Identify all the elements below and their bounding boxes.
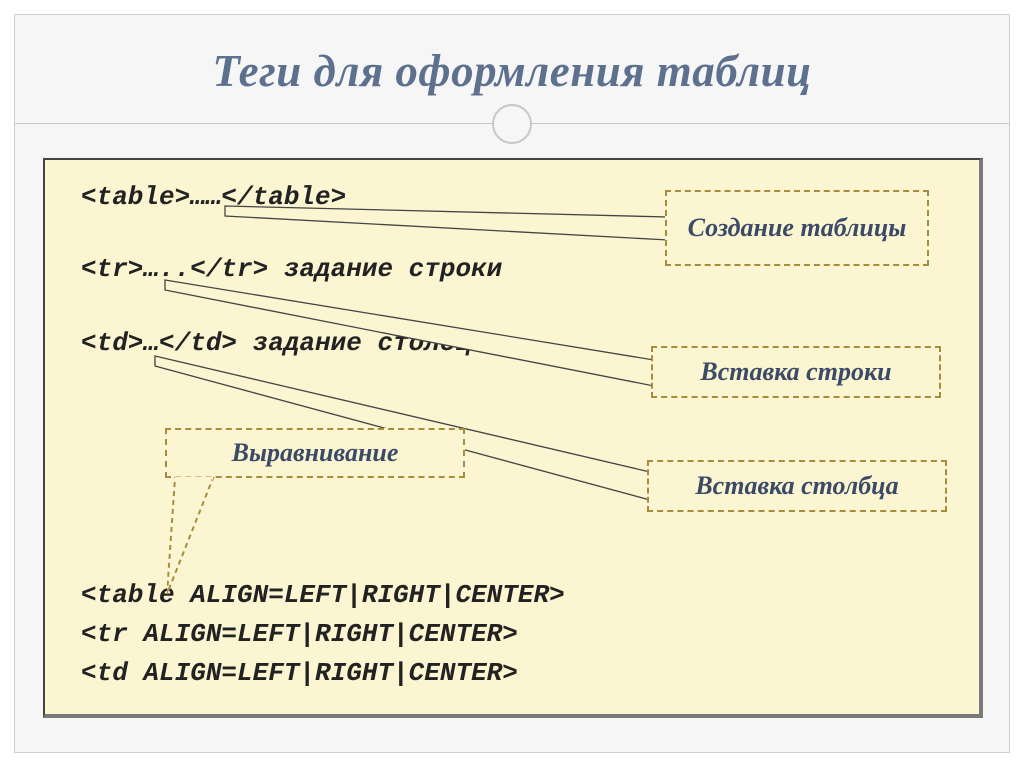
callout-insert-column: Вставка столбца — [647, 460, 947, 512]
slide-title: Теги для оформления таблиц — [15, 45, 1009, 97]
code-align-td: <td ALIGN=LEFT|RIGHT|CENTER> — [81, 658, 518, 688]
callout-alignment-tail-icon — [167, 476, 237, 596]
callout-insert-row: Вставка строки — [651, 346, 941, 398]
title-divider — [15, 123, 1009, 124]
code-tr-tag: <tr>…..</tr> задание строки — [81, 254, 502, 284]
divider-circle-icon — [492, 104, 532, 144]
content-panel: <table>……</table> <tr>…..</tr> задание с… — [43, 158, 983, 718]
callout-create-table: Создание таблицы — [665, 190, 929, 266]
code-table-tag: <table>……</table> — [81, 182, 346, 212]
code-align-tr: <tr ALIGN=LEFT|RIGHT|CENTER> — [81, 619, 518, 649]
callout-alignment: Выравнивание — [165, 428, 465, 478]
code-align-table: <table ALIGN=LEFT|RIGHT|CENTER> — [81, 580, 565, 610]
code-td-tag: <td>…</td> задание столбца — [81, 328, 487, 358]
slide-frame: Теги для оформления таблиц <table>……</ta… — [14, 14, 1010, 753]
